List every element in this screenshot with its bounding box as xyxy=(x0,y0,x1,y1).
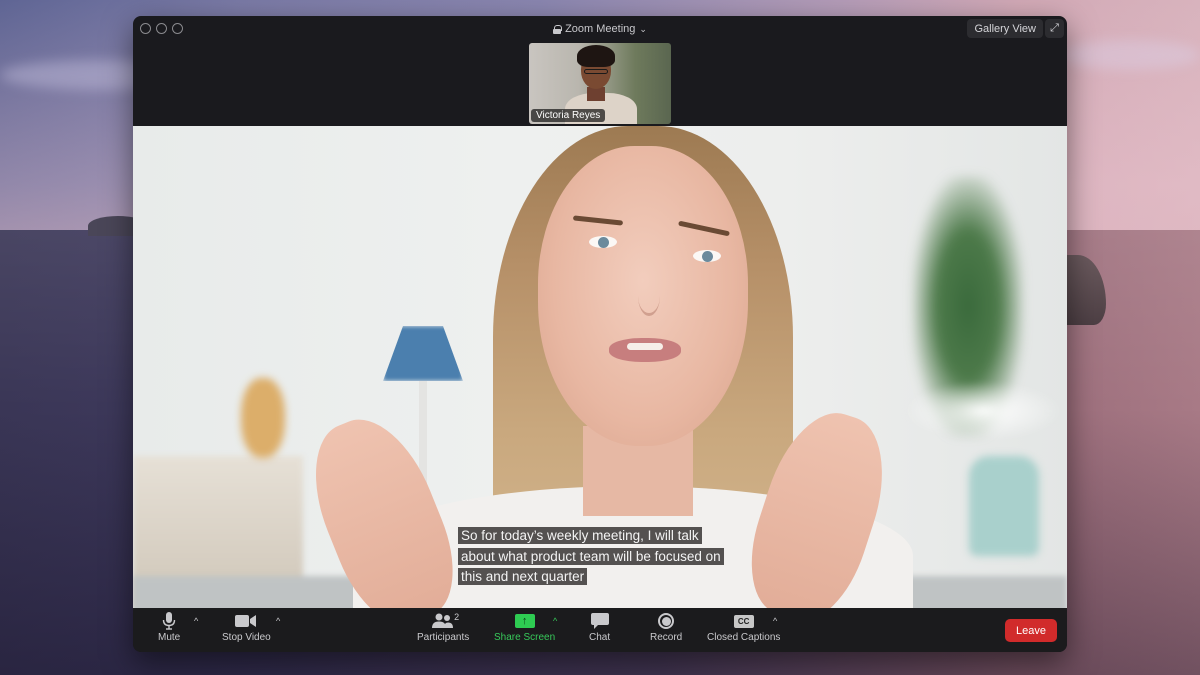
background-flowers xyxy=(903,381,1063,441)
speaker-eye xyxy=(589,236,617,248)
minimize-window-button[interactable] xyxy=(156,23,167,34)
participant-thumbnail[interactable]: Victoria Reyes xyxy=(529,43,671,124)
captions-options-caret-icon[interactable]: ^ xyxy=(773,616,777,626)
active-speaker-video: So for today’s weekly meeting, I will ta… xyxy=(133,126,1067,608)
speaker-mouth xyxy=(609,338,681,362)
record-label: Record xyxy=(650,632,683,643)
stop-video-button[interactable]: Stop Video xyxy=(222,612,271,643)
window-title-text: Zoom Meeting xyxy=(565,23,636,35)
chevron-down-icon: ⌄ xyxy=(639,23,647,34)
share-screen-icon: ↑ xyxy=(514,612,535,630)
video-camera-icon xyxy=(235,612,257,630)
closed-captions-button[interactable]: CC Closed Captions xyxy=(707,612,780,643)
chat-bubble-icon xyxy=(590,612,609,630)
participants-label: Participants xyxy=(417,632,470,643)
mute-button[interactable]: Mute xyxy=(158,612,180,643)
maximize-window-button[interactable] xyxy=(172,23,183,34)
share-options-caret-icon[interactable]: ^ xyxy=(553,616,557,626)
background-lamp xyxy=(383,326,463,381)
leave-button[interactable]: Leave xyxy=(1005,619,1057,642)
microphone-icon xyxy=(162,612,176,630)
speaker-eye xyxy=(693,250,721,262)
participants-count: 2 xyxy=(454,612,460,622)
fullscreen-icon[interactable]: ⤢ xyxy=(1045,19,1064,38)
background-bottle xyxy=(969,456,1039,556)
wallpaper-cloud xyxy=(1060,40,1200,70)
caption-line: this and next quarter xyxy=(458,568,588,585)
closed-captions-label: Closed Captions xyxy=(707,632,781,643)
title-bar: Zoom Meeting ⌄ Gallery View ⤢ xyxy=(133,16,1067,42)
window-controls xyxy=(140,23,183,34)
record-button[interactable]: Record xyxy=(650,612,682,643)
thumbnail-glasses xyxy=(584,69,608,74)
closed-captions-icon: CC xyxy=(733,612,754,630)
chat-label: Chat xyxy=(589,632,611,643)
arrow-up-icon: ↑ xyxy=(514,614,535,628)
audio-options-caret-icon[interactable]: ^ xyxy=(194,616,198,626)
video-options-caret-icon[interactable]: ^ xyxy=(276,616,280,626)
speaker-nose xyxy=(638,276,660,316)
participants-icon: 2 xyxy=(432,612,459,630)
share-screen-button[interactable]: ↑ Share Screen xyxy=(494,612,555,643)
gallery-view-button[interactable]: Gallery View xyxy=(967,19,1043,38)
caption-line: about what product team will be focused … xyxy=(458,547,724,565)
record-icon xyxy=(658,612,675,630)
meeting-controls-toolbar: Mute ^ Stop Video ^ 2 Participants ↑ Sha… xyxy=(133,608,1067,652)
thumbnail-person-hair xyxy=(577,45,615,67)
zoom-meeting-window: Zoom Meeting ⌄ Gallery View ⤢ Victoria R… xyxy=(133,16,1067,652)
cc-icon-text: CC xyxy=(733,614,754,628)
closed-caption-text: So for today’s weekly meeting, I will ta… xyxy=(458,526,748,588)
participant-name-label: Victoria Reyes xyxy=(531,109,606,122)
thumbnail-person-neck xyxy=(587,87,605,101)
chat-button[interactable]: Chat xyxy=(589,612,610,643)
background-vase xyxy=(241,378,285,458)
window-title[interactable]: Zoom Meeting ⌄ xyxy=(553,23,647,35)
stop-video-label: Stop Video xyxy=(222,632,271,643)
mute-label: Mute xyxy=(158,632,181,643)
lock-icon xyxy=(553,24,563,34)
caption-line: So for today’s weekly meeting, I will ta… xyxy=(458,527,702,544)
participants-button[interactable]: 2 Participants xyxy=(417,612,469,643)
share-screen-label: Share Screen xyxy=(494,632,556,643)
close-window-button[interactable] xyxy=(140,23,151,34)
